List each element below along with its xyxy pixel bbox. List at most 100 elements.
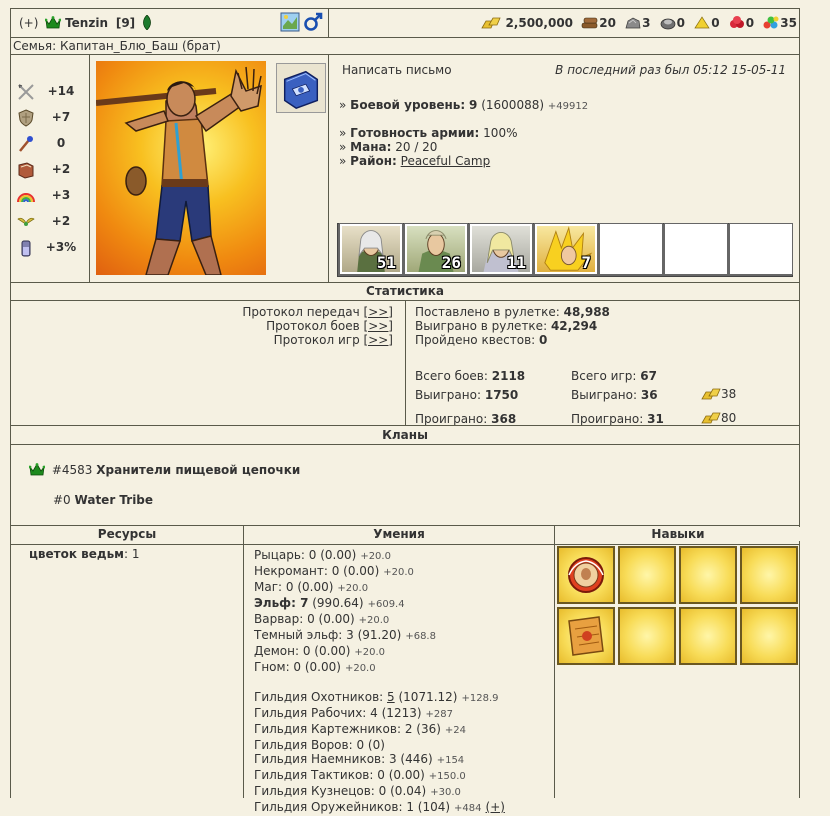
- morale-wings-icon: [17, 217, 35, 226]
- spellpower-wand-icon: [19, 136, 33, 152]
- map-scroll-skill-icon: [568, 616, 604, 656]
- army-slot-7[interactable]: [729, 223, 793, 275]
- combat-level-label: Боевой уровень:: [350, 98, 466, 112]
- race-skill-row: Демон: 0 (0.00) +20.0: [254, 644, 552, 660]
- race-skill-row: Эльф: 7 (990.64) +609.4: [254, 596, 552, 612]
- battle-protocol-link[interactable]: [>>]: [364, 319, 393, 333]
- resource-item-count: : 1: [123, 547, 140, 561]
- skill-slot-3[interactable]: [679, 546, 737, 604]
- race-skill-name: Эльф: 7: [254, 596, 309, 610]
- faction-leaf-icon: [143, 14, 151, 31]
- skill-slot-2[interactable]: [618, 546, 676, 604]
- district-line: » Район: Peaceful Camp: [339, 154, 491, 168]
- race-skill-plus: +68.8: [405, 631, 436, 642]
- clan-crown-icon: [45, 16, 62, 29]
- skill-slot-7[interactable]: [679, 607, 737, 665]
- guild-name: Гильдия Тактиков:: [254, 768, 378, 782]
- add-friend-link[interactable]: (+): [19, 16, 38, 30]
- guild-level: 0: [377, 768, 385, 782]
- district-label: Район:: [350, 154, 397, 168]
- game-protocol-link[interactable]: [>>]: [364, 333, 393, 347]
- army-slot-5[interactable]: [599, 223, 663, 275]
- transfer-protocol-link[interactable]: [>>]: [364, 305, 393, 319]
- guild-row: Гильдия Тактиков: 0 (0.00) +150.0: [254, 768, 552, 784]
- skill-slot-4[interactable]: [740, 546, 798, 604]
- ore-amount: 3: [642, 16, 651, 30]
- guild-points: (36): [412, 722, 441, 736]
- gold-icon: [481, 17, 501, 29]
- clan-name-2: Water Tribe: [74, 493, 154, 507]
- roulette-won-value: 42,294: [550, 319, 598, 333]
- games-lost-gold-value: 80: [721, 411, 737, 425]
- district-link[interactable]: Peaceful Camp: [401, 154, 491, 168]
- clans-header: Кланы: [11, 428, 799, 445]
- combat-exp: (1600088): [481, 98, 545, 112]
- profile-frame: (+) Tenzin [9] 2,500,000 20 3 0 0 0 35 С…: [10, 8, 801, 814]
- skill-slot-1[interactable]: [557, 546, 615, 604]
- sulfur-icon: [694, 16, 710, 29]
- army-slot-1[interactable]: 51: [339, 223, 403, 275]
- spellbook-button[interactable]: [276, 63, 326, 113]
- map-icon[interactable]: [280, 12, 300, 32]
- race-skill-row: Темный эльф: 3 (91.20) +68.8: [254, 628, 552, 644]
- luck-value: +3: [51, 188, 71, 202]
- guild-upgrade-link[interactable]: (+): [486, 800, 505, 814]
- race-skill-value: : 3 (91.20): [338, 628, 402, 642]
- attack-sword-icon: [18, 84, 34, 100]
- mercury-icon: [660, 18, 676, 30]
- race-skill-plus: +20.0: [337, 583, 369, 594]
- army-count-1: 51: [376, 253, 396, 272]
- last-seen-text: В последний раз был 05:12 15-05-11: [555, 63, 786, 77]
- race-skill-value: : 0 (0.00): [300, 548, 357, 562]
- write-letter-link[interactable]: Написать письмо: [342, 63, 452, 77]
- player-title: (+) Tenzin [9]: [19, 14, 152, 31]
- army-slot-2[interactable]: 26: [404, 223, 468, 275]
- knowledge-value: +2: [51, 162, 71, 176]
- race-skill-name: Темный эльф: [254, 628, 339, 642]
- combat-level-line: » Боевой уровень: 9 (1600088) +49912: [339, 98, 589, 112]
- resource-bar: 2,500,000 20 3 0 0 0 35: [481, 15, 797, 30]
- battles-lost-value: 368: [491, 412, 517, 426]
- battles-won-row: Выиграно: 1750: [415, 388, 519, 402]
- battle-protocol-row: Протокол боев [>>]: [266, 319, 393, 333]
- quests-value: 0: [539, 333, 548, 347]
- guild-name: Гильдия Воров:: [254, 738, 357, 752]
- race-skill-name: Демон: [254, 644, 295, 658]
- player-name[interactable]: Tenzin: [65, 16, 108, 30]
- army-slot-4[interactable]: 7: [534, 223, 598, 275]
- roulette-bet-value: 48,988: [563, 305, 610, 319]
- portrait-figure-image: [96, 66, 262, 275]
- race-skill-plus: +20.0: [360, 551, 391, 562]
- luck-rainbow-icon: [17, 193, 35, 203]
- clan-item-2[interactable]: #0 Water Tribe: [53, 493, 153, 507]
- knowledge-book-icon: [18, 162, 34, 179]
- gold-icon: [701, 412, 721, 424]
- skill-slot-5[interactable]: [557, 607, 615, 665]
- battles-won-value: 1750: [484, 388, 519, 402]
- crystal-icon: [729, 16, 744, 28]
- clan-id-1: #4583: [51, 463, 93, 477]
- race-skill-row: Некромант: 0 (0.00) +20.0: [254, 564, 552, 580]
- abilities-header: Умения: [244, 527, 554, 541]
- army-slot-3[interactable]: 11: [469, 223, 533, 275]
- battles-lost-row: Проиграно: 368: [415, 412, 517, 426]
- clan-name-1: Хранители пищевой цепочки: [96, 463, 301, 477]
- race-skill-row: Рыцарь: 0 (0.00) +20.0: [254, 548, 552, 564]
- skill-slot-8[interactable]: [740, 607, 798, 665]
- guild-name: Гильдия Рабочих:: [254, 706, 371, 720]
- guild-name: Гильдия Кузнецов:: [254, 784, 379, 798]
- guild-level-link[interactable]: 5: [387, 690, 395, 704]
- player-level: [9]: [115, 16, 136, 30]
- resources-header: Ресурсы: [11, 527, 243, 541]
- initiative-value: +3%: [45, 240, 77, 254]
- army-ready-line: » Готовность армии: 100%: [339, 126, 518, 140]
- clan-id-2: #0: [53, 493, 71, 507]
- battles-total-row: Всего боев: 2118: [415, 369, 526, 383]
- clan-item-1[interactable]: #4583 Хранители пищевой цепочки: [29, 463, 300, 477]
- guild-points: (446): [396, 752, 433, 766]
- gold-icon: [701, 388, 721, 400]
- gems-icon: [763, 16, 779, 29]
- family-row: Семья: Капитан_Блю_Баш (брат): [11, 38, 799, 55]
- army-slot-6[interactable]: [664, 223, 728, 275]
- skill-slot-6[interactable]: [618, 607, 676, 665]
